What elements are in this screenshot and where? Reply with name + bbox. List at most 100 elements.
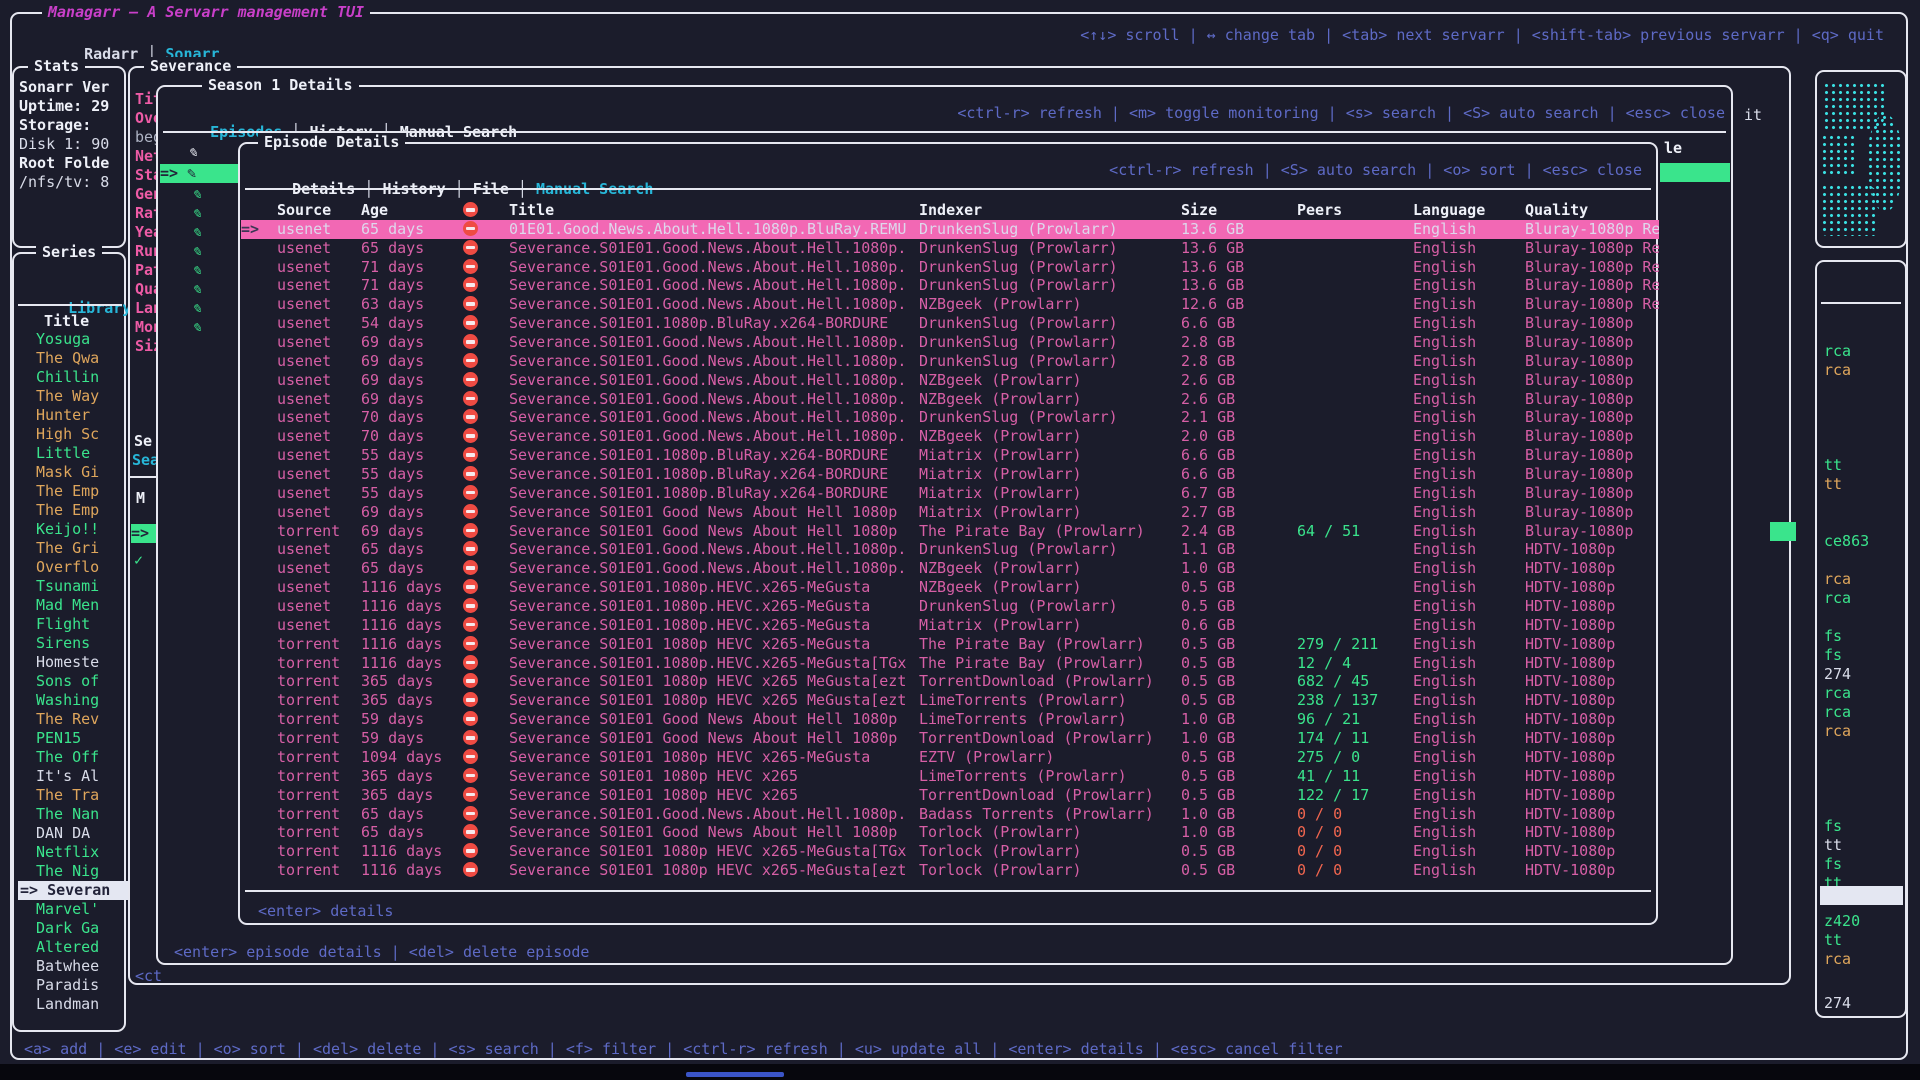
- series-list-item[interactable]: Keijo!!: [18, 520, 128, 539]
- series-list-item[interactable]: The Emp: [18, 501, 128, 520]
- release-row[interactable]: usenet55 daysSeverance.S01E01.1080p.BluR…: [241, 465, 1659, 484]
- series-list-item[interactable]: Netflix: [18, 843, 128, 862]
- release-peers: [1297, 427, 1413, 446]
- series-list-item[interactable]: Dark Ga: [18, 919, 128, 938]
- release-row[interactable]: torrent365 daysSeverance S01E01 1080p HE…: [241, 767, 1659, 786]
- release-row[interactable]: torrent365 daysSeverance S01E01 1080p HE…: [241, 786, 1659, 805]
- series-list-item[interactable]: Yosuga: [18, 330, 128, 349]
- release-row[interactable]: torrent365 daysSeverance S01E01 1080p HE…: [241, 672, 1659, 691]
- series-list-item[interactable]: Mad Men: [18, 596, 128, 615]
- series-list-item[interactable]: Chillin: [18, 368, 128, 387]
- series-list-item[interactable]: PEN15: [18, 729, 128, 748]
- series-list-item[interactable]: The Nig: [18, 862, 128, 881]
- release-row[interactable]: usenet54 daysSeverance.S01E01.1080p.BluR…: [241, 314, 1659, 333]
- release-row[interactable]: usenet1116 daysSeverance.S01E01.1080p.HE…: [241, 578, 1659, 597]
- seasons-selected-row[interactable]: => ✓: [131, 524, 158, 543]
- series-list-item[interactable]: => Severan: [18, 881, 128, 900]
- release-row[interactable]: torrent65 daysSeverance S01E01 Good News…: [241, 823, 1659, 842]
- series-list-item[interactable]: Hunter: [18, 406, 128, 425]
- release-row[interactable]: usenet71 daysSeverance.S01E01.Good.News.…: [241, 276, 1659, 295]
- release-quality: Bluray-1080p Re: [1525, 220, 1659, 239]
- release-row[interactable]: usenet70 daysSeverance.S01E01.Good.News.…: [241, 427, 1659, 446]
- release-row[interactable]: usenet69 daysSeverance.S01E01.Good.News.…: [241, 333, 1659, 352]
- series-list-item[interactable]: Homeste: [18, 653, 128, 672]
- release-row[interactable]: torrent1116 daysSeverance.S01E01.1080p.H…: [241, 654, 1659, 673]
- series-list-item[interactable]: The Rev: [18, 710, 128, 729]
- series-list-item[interactable]: The Qwa: [18, 349, 128, 368]
- release-row[interactable]: torrent69 daysSeverance S01E01 Good News…: [241, 522, 1659, 541]
- episode-monitor-icon: ✎: [192, 299, 201, 318]
- reject-icon: [463, 353, 478, 368]
- release-row[interactable]: torrent1094 daysSeverance S01E01 1080p H…: [241, 748, 1659, 767]
- series-list-item[interactable]: Overflo: [18, 558, 128, 577]
- release-reject-cell: [463, 842, 509, 861]
- release-row[interactable]: usenet55 daysSeverance.S01E01.1080p.BluR…: [241, 484, 1659, 503]
- release-row[interactable]: usenet1116 daysSeverance.S01E01.1080p.HE…: [241, 616, 1659, 635]
- release-source: torrent: [277, 748, 361, 767]
- release-row[interactable]: usenet65 daysSeverance.S01E01.Good.News.…: [241, 559, 1659, 578]
- series-list-item[interactable]: Tsunami: [18, 577, 128, 596]
- release-row[interactable]: =>usenet65 days01E01.Good.News.About.Hel…: [241, 220, 1659, 239]
- release-row[interactable]: usenet69 daysSeverance S01E01 Good News …: [241, 503, 1659, 522]
- release-row[interactable]: usenet65 daysSeverance.S01E01.Good.News.…: [241, 239, 1659, 258]
- release-peers: [1297, 352, 1413, 371]
- series-list-item[interactable]: Landman: [18, 995, 128, 1014]
- release-row[interactable]: usenet70 daysSeverance.S01E01.Good.News.…: [241, 408, 1659, 427]
- release-row[interactable]: usenet69 daysSeverance.S01E01.Good.News.…: [241, 352, 1659, 371]
- series-list-item[interactable]: Sons of: [18, 672, 128, 691]
- series-list-item[interactable]: Flight: [18, 615, 128, 634]
- release-row[interactable]: usenet55 daysSeverance.S01E01.1080p.BluR…: [241, 446, 1659, 465]
- release-age: 365 days: [361, 767, 463, 786]
- series-list-item[interactable]: Altered: [18, 938, 128, 957]
- series-list-item[interactable]: The Emp: [18, 482, 128, 501]
- series-tab-divider: [18, 304, 122, 306]
- series-list-item[interactable]: Marvel': [18, 900, 128, 919]
- release-language: English: [1413, 823, 1525, 842]
- series-list-item[interactable]: High Sc: [18, 425, 128, 444]
- release-row[interactable]: torrent1116 daysSeverance S01E01 1080p H…: [241, 842, 1659, 861]
- series-list-item[interactable]: Mask Gi: [18, 463, 128, 482]
- release-row[interactable]: usenet63 daysSeverance.S01E01.Good.News.…: [241, 295, 1659, 314]
- series-list-item[interactable]: The Off: [18, 748, 128, 767]
- series-list-item[interactable]: The Nan: [18, 805, 128, 824]
- release-language: English: [1413, 295, 1525, 314]
- release-row[interactable]: usenet69 daysSeverance.S01E01.Good.News.…: [241, 371, 1659, 390]
- release-row[interactable]: torrent1116 daysSeverance S01E01 1080p H…: [241, 861, 1659, 880]
- release-language: English: [1413, 616, 1525, 635]
- release-row[interactable]: torrent59 daysSeverance S01E01 Good News…: [241, 729, 1659, 748]
- release-source: usenet: [277, 220, 361, 239]
- series-list-item[interactable]: Batwhee: [18, 957, 128, 976]
- release-row[interactable]: torrent59 daysSeverance S01E01 Good News…: [241, 710, 1659, 729]
- release-age: 69 days: [361, 333, 463, 352]
- series-list-item[interactable]: The Way: [18, 387, 128, 406]
- series-list-item[interactable]: Sirens: [18, 634, 128, 653]
- release-row[interactable]: torrent1116 daysSeverance S01E01 1080p H…: [241, 635, 1659, 654]
- seasons-tab-fragment[interactable]: Sea: [132, 451, 158, 470]
- release-quality: HDTV-1080p: [1525, 805, 1659, 824]
- episodes-selected-row[interactable]: => ✎: [160, 164, 238, 183]
- tab-radarr[interactable]: Radarr: [84, 45, 138, 63]
- release-quality: HDTV-1080p: [1525, 635, 1659, 654]
- release-quality: HDTV-1080p: [1525, 616, 1659, 635]
- release-row[interactable]: torrent365 daysSeverance S01E01 1080p HE…: [241, 691, 1659, 710]
- release-row[interactable]: usenet1116 daysSeverance.S01E01.1080p.HE…: [241, 597, 1659, 616]
- series-list-item[interactable]: The Gri: [18, 539, 128, 558]
- series-list-item[interactable]: Paradis: [18, 976, 128, 995]
- release-row[interactable]: usenet69 daysSeverance.S01E01.Good.News.…: [241, 390, 1659, 409]
- release-row[interactable]: torrent65 daysSeverance.S01E01.Good.News…: [241, 805, 1659, 824]
- release-source: usenet: [277, 352, 361, 371]
- release-peers: 96 / 21: [1297, 710, 1413, 729]
- series-list-item[interactable]: Little: [18, 444, 128, 463]
- series-list-item[interactable]: Washing: [18, 691, 128, 710]
- series-list-item[interactable]: It's Al: [18, 767, 128, 786]
- reject-icon: [463, 598, 478, 613]
- selected-row-marker: [241, 352, 277, 371]
- release-row[interactable]: usenet71 daysSeverance.S01E01.Good.News.…: [241, 258, 1659, 277]
- release-quality: Bluray-1080p: [1525, 390, 1659, 409]
- background-text-fragment: rca: [1824, 361, 1851, 380]
- series-list-item[interactable]: The Tra: [18, 786, 128, 805]
- release-title: Severance S01E01 1080p HEVC x265: [509, 786, 919, 805]
- release-size: 2.6 GB: [1181, 371, 1297, 390]
- series-list-item[interactable]: DAN DA: [18, 824, 128, 843]
- release-row[interactable]: usenet65 daysSeverance.S01E01.Good.News.…: [241, 540, 1659, 559]
